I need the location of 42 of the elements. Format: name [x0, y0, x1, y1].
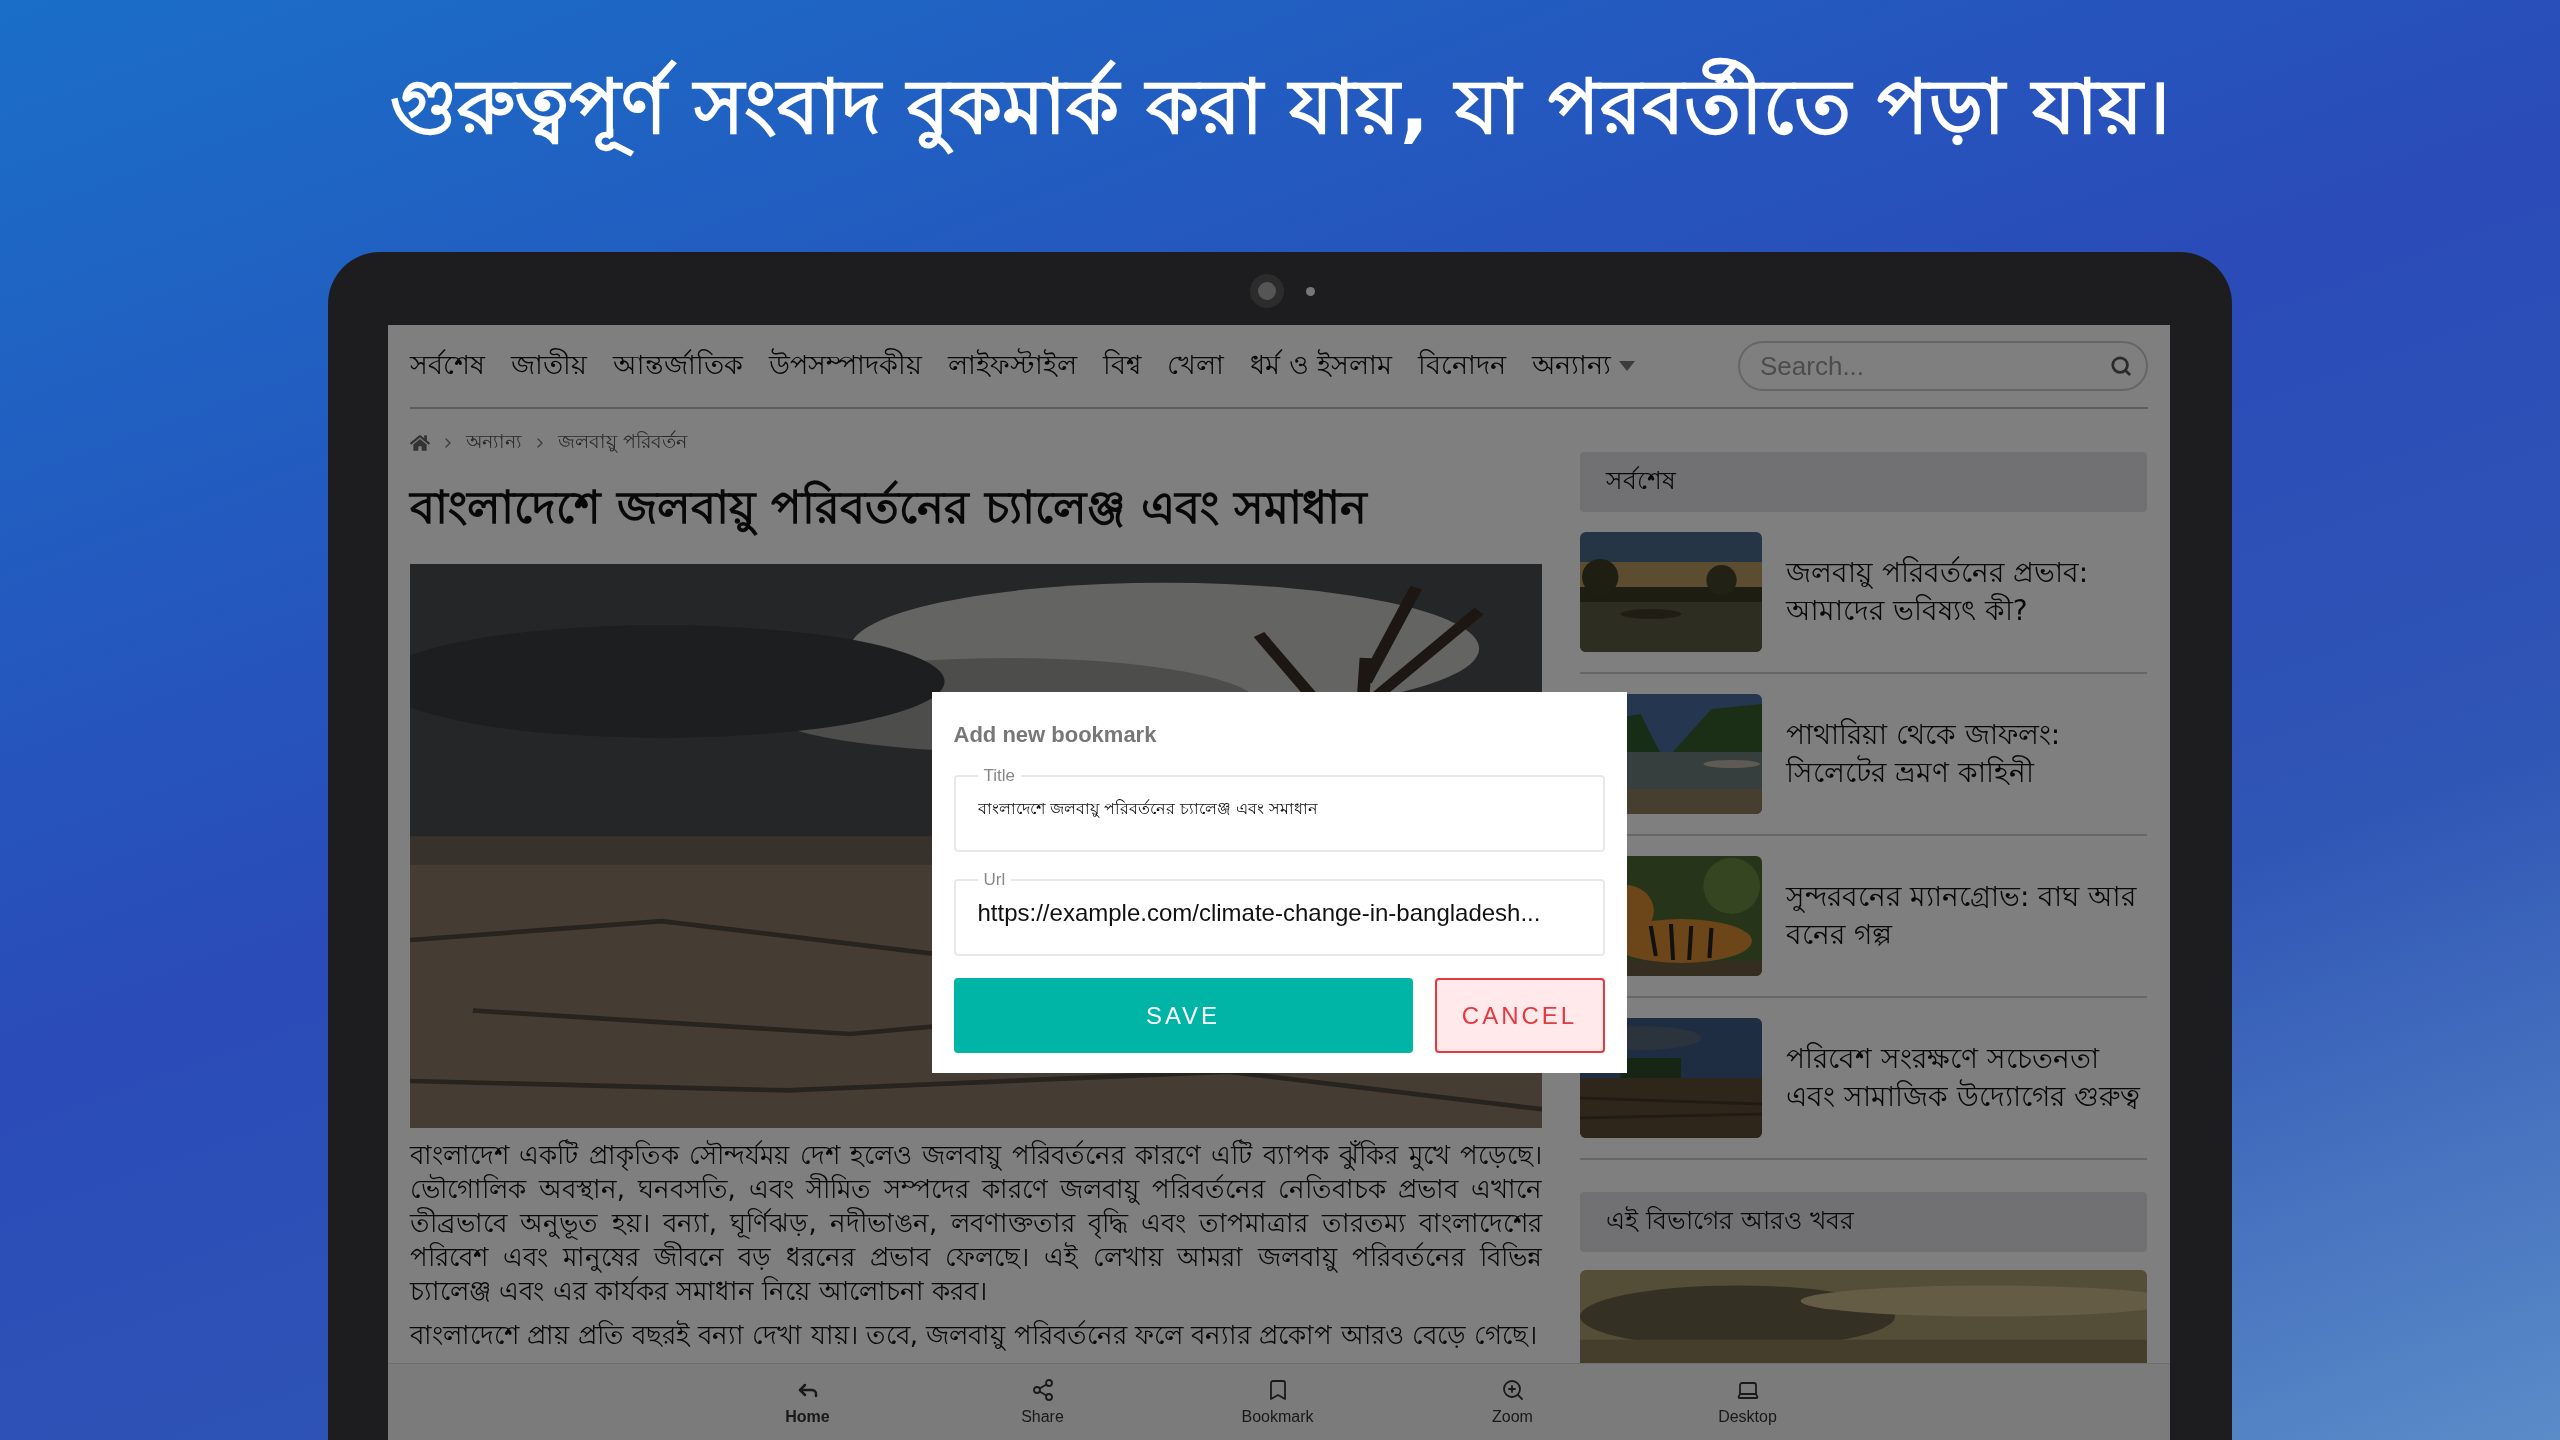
nav-link[interactable]: বিশ্ব [1103, 343, 1141, 389]
bottom-nav-button[interactable]: Desktop [1630, 1364, 1865, 1440]
nav-link[interactable]: ধর্ম ও ইসলাম [1250, 343, 1393, 389]
news-link[interactable]: পরিবেশ সংরক্ষণে সচেতনতা এবং সামাজিক উদ্যোগের গুরুত্ব [1786, 1040, 2147, 1116]
nav-link[interactable]: খেলা [1167, 343, 1224, 389]
share-icon [1030, 1378, 1055, 1402]
save-button[interactable]: SAVE [953, 978, 1413, 1053]
section-heading: এই বিভাগের আরও খবর [1580, 1192, 2147, 1252]
article-title: বাংলাদেশে জলবায়ু পরিবর্তনের চ্যালেঞ্জ এবং সমাধান [410, 479, 1369, 538]
nav-link[interactable]: সর্বশেষ [410, 343, 485, 389]
news-link[interactable]: জলবায়ু পরিবর্তনের প্রভাব: আমাদের ভবিষ্যৎ কী? [1786, 554, 2147, 630]
bottom-nav-button[interactable]: Home [690, 1364, 925, 1440]
dialog-title: Add new bookmark [953, 722, 1158, 748]
text-field[interactable]: Title বাংলাদেশে জলবায়ু পরিবর্তনের চ্যালেঞ্জ এবং সমাধান [953, 766, 1605, 852]
news-link[interactable]: পাথারিয়া থেকে জাফলং: সিলেটের ভ্রমণ কাহিনী [1786, 716, 2147, 792]
article-paragraph: বাংলাদেশে প্রায় প্রতি বছরই বন্যা দেখা যায়। তবে, জলবায়ু পরিবর্তনের ফলে বন্যার প্রকোপ আরও বেড়ে গেছে। [410, 1319, 1539, 1352]
field-input[interactable]: বাংলাদেশে জলবায়ু পরিবর্তনের চ্যালেঞ্জ এবং সমাধান [975, 788, 1583, 830]
cancel-button[interactable]: CANCEL [1434, 978, 1605, 1053]
breadcrumb-link[interactable]: অন্যান্য [466, 427, 522, 459]
nav-link[interactable]: আন্তর্জাতিক [613, 343, 743, 389]
article-paragraph: বাংলাদেশ একটি প্রাকৃতিক সৌন্দর্যময় দেশ হলেও জলবায়ু পরিবর্তনের কারণে এটি ব্যাপক ঝুঁকির মুখে পড়েছে। ভৌগোলিক অবস্থান, ঘনবসতি, এবং সীমিত সম্পদের কারণে জলবায়ু পরিবর্তনের নেতিবাচক প্রভাব এখানে তীব্রভাবে অনুভূত হয়। বন্যা, ঘূর্ণিঝড়, নদীভাঙন, লবণাক্ততার বৃদ্ধি এবং তাপমাত্রার তারতম্য বাংলাদেশের পরিবেশ এবং মানুষের জীবনে বড় ধরনের প্রভাব ফেলছে। এই লেখায় আমরা জলবায়ু পরিবর্তনের বিভিন্ন চ্যালেঞ্জ এবং এর কার্যকর সমাধান নিয়ে আলোচনা করব। [410, 1138, 1542, 1308]
nav-link[interactable]: বিনোদন [1418, 343, 1507, 389]
breadcrumb-link[interactable]: জলবায়ু পরিবর্তন [558, 427, 688, 459]
bottom-nav-button[interactable]: Share [925, 1364, 1160, 1440]
sensor-icon [1306, 287, 1315, 296]
home-icon[interactable] [410, 433, 430, 453]
nav-link[interactable]: অন্যান্য [1532, 343, 1636, 389]
zoom-in-icon [1500, 1378, 1525, 1402]
bottom-nav-button[interactable]: Zoom [1395, 1364, 1630, 1440]
nav-link[interactable]: উপসম্পাদকীয় [769, 343, 922, 389]
search-icon [2110, 355, 2132, 377]
bottom-nav-button[interactable]: Bookmark [1160, 1364, 1395, 1440]
section-heading: সর্বশেষ [1580, 452, 2147, 512]
news-link[interactable]: সুন্দরবনের ম্যানগ্রোভ: বাঘ আর বনের গল্প [1786, 878, 2147, 954]
field-label: Url [982, 870, 1007, 890]
field-input[interactable]: https://example.com/climate-change-in-bangladesh... [975, 892, 1583, 934]
headline: গুরুত্বপূর্ণ সংবাদ বুকমার্ক করা যায়, যা পরবর্তীতে পড়া যায়। [390, 48, 2170, 175]
text-field[interactable]: Url https://example.com/climate-change-in-bangladesh... [953, 870, 1605, 956]
camera-icon [1250, 274, 1284, 308]
nav-link[interactable]: লাইফস্টাইল [948, 343, 1077, 389]
field-label: Title [982, 766, 1016, 786]
nav-link[interactable]: জাতীয় [511, 343, 587, 389]
